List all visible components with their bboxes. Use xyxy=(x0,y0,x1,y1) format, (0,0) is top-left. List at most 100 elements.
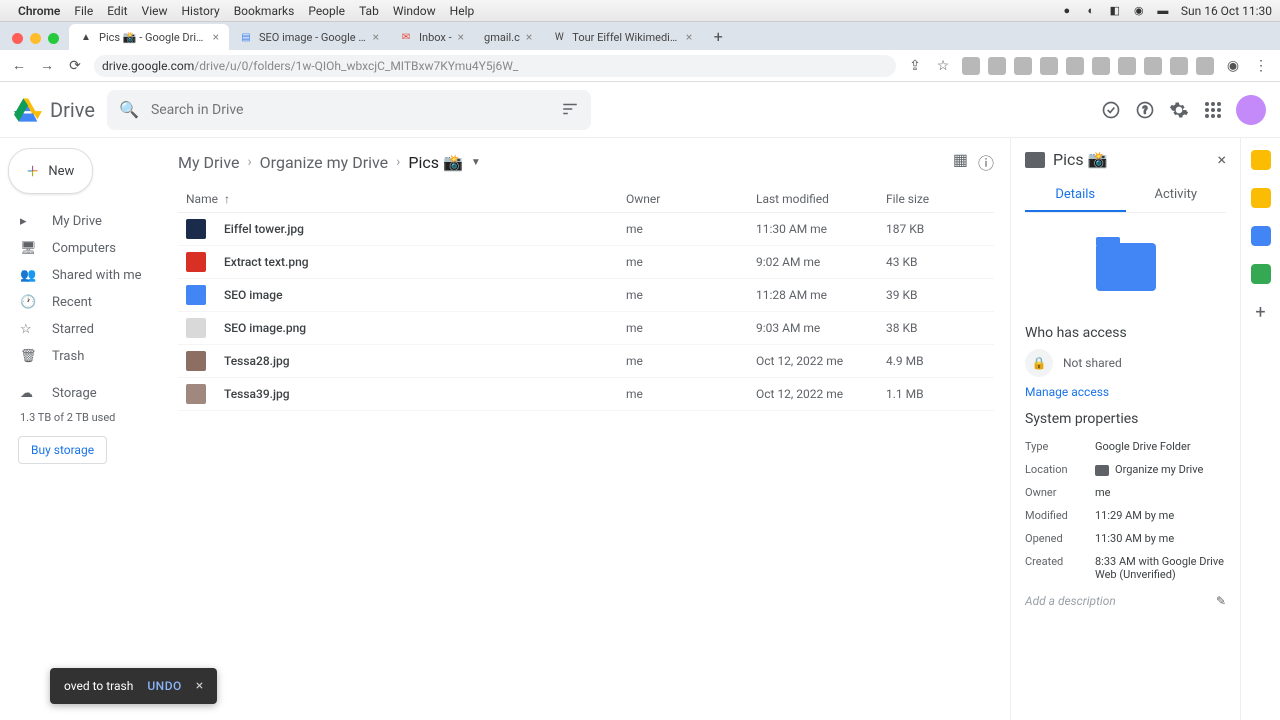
maximize-window-icon[interactable] xyxy=(48,33,59,44)
manage-access-link[interactable]: Manage access xyxy=(1025,385,1226,399)
browser-tab[interactable]: ▤ SEO image - Google Docs × xyxy=(229,24,389,50)
drive-logo[interactable]: Drive xyxy=(14,96,95,124)
sidebar-item-shared[interactable]: 👥 Shared with me xyxy=(8,262,154,289)
ready-offline-icon[interactable] xyxy=(1100,99,1122,121)
menu-help[interactable]: Help xyxy=(450,4,475,18)
sidebar-item-storage[interactable]: ☁ Storage xyxy=(8,380,154,407)
reload-button[interactable]: ⟳ xyxy=(66,57,84,75)
back-button[interactable]: ← xyxy=(10,57,28,75)
tab-title: Pics 📸 - Google Drive xyxy=(99,31,207,44)
folder-big-icon xyxy=(1096,243,1156,291)
url-field[interactable]: drive.google.com/drive/u/0/folders/1w-QI… xyxy=(94,55,896,77)
browser-tab[interactable]: W Tour Eiffel Wikimedia Commo × xyxy=(542,24,702,50)
close-tab-icon[interactable]: × xyxy=(686,30,692,44)
wifi-icon[interactable]: ◉ xyxy=(1131,3,1147,19)
search-icon[interactable]: 🔍 xyxy=(119,100,139,119)
account-avatar[interactable] xyxy=(1236,95,1266,125)
close-tab-icon[interactable]: × xyxy=(373,30,379,44)
extension-icon[interactable] xyxy=(1066,57,1084,75)
menu-history[interactable]: History xyxy=(182,4,220,18)
menu-window[interactable]: Window xyxy=(393,4,436,18)
edit-icon[interactable]: ✎ xyxy=(1216,594,1226,608)
settings-icon[interactable] xyxy=(1168,99,1190,121)
extension-icon[interactable] xyxy=(1118,57,1136,75)
menu-clock[interactable]: Sun 16 Oct 11:30 xyxy=(1181,4,1272,18)
battery-icon[interactable]: ▬ xyxy=(1155,3,1171,19)
prop-value[interactable]: Organize my Drive xyxy=(1095,463,1226,476)
contacts-icon[interactable] xyxy=(1251,264,1271,284)
minimize-window-icon[interactable] xyxy=(30,33,41,44)
buy-storage-button[interactable]: Buy storage xyxy=(18,436,107,464)
extension-icon[interactable] xyxy=(1170,57,1188,75)
tasks-icon[interactable] xyxy=(1251,226,1271,246)
extension-icon[interactable] xyxy=(1040,57,1058,75)
sidebar-item-recent[interactable]: 🕐 Recent xyxy=(8,289,154,316)
menu-file[interactable]: File xyxy=(74,4,93,18)
keep-icon[interactable] xyxy=(1251,188,1271,208)
column-header-size[interactable]: File size xyxy=(886,192,986,206)
calendar-icon[interactable] xyxy=(1251,150,1271,170)
browser-tab[interactable]: ▲ Pics 📸 - Google Drive × xyxy=(69,24,229,50)
description-field[interactable]: Add a description xyxy=(1025,594,1210,608)
undo-button[interactable]: UNDO xyxy=(147,679,181,693)
extension-icon[interactable] xyxy=(988,57,1006,75)
status-icon[interactable]: ◧ xyxy=(1107,3,1123,19)
status-icon[interactable]: ◐ xyxy=(1083,3,1099,19)
sidebar-item-starred[interactable]: ☆ Starred xyxy=(8,316,154,343)
menu-bookmarks[interactable]: Bookmarks xyxy=(234,4,295,18)
close-tab-icon[interactable]: × xyxy=(213,30,219,44)
tab-details[interactable]: Details xyxy=(1025,179,1126,212)
menu-view[interactable]: View xyxy=(142,4,168,18)
sidebar-item-label: Trash xyxy=(52,349,84,364)
column-header-modified[interactable]: Last modified xyxy=(756,192,886,206)
menu-tab[interactable]: Tab xyxy=(359,4,379,18)
extension-icon[interactable] xyxy=(1092,57,1110,75)
file-row[interactable]: SEO image.pngme9:03 AM me38 KB xyxy=(178,312,994,345)
sidebar-item-trash[interactable]: 🗑 Trash xyxy=(8,343,154,370)
folder-preview xyxy=(1025,227,1226,307)
file-row[interactable]: Tessa28.jpgmeOct 12, 2022 me4.9 MB xyxy=(178,345,994,378)
extensions-menu-icon[interactable] xyxy=(1196,57,1214,75)
sidebar-item-computers[interactable]: 🖥 Computers xyxy=(8,235,154,262)
file-row[interactable]: Extract text.pngme9:02 AM me43 KB xyxy=(178,246,994,279)
profile-icon[interactable]: ◉ xyxy=(1224,57,1242,75)
new-button[interactable]: + New xyxy=(8,148,93,194)
share-icon[interactable]: ⇪ xyxy=(906,57,924,75)
search-options-icon[interactable] xyxy=(561,100,579,118)
search-input[interactable] xyxy=(107,90,592,130)
extension-icon[interactable] xyxy=(962,57,980,75)
close-window-icon[interactable] xyxy=(12,33,23,44)
forward-button[interactable]: → xyxy=(38,57,56,75)
sidebar-item-mydrive[interactable]: ▸ My Drive xyxy=(8,208,154,235)
file-row[interactable]: Eiffel tower.jpgme11:30 AM me187 KB xyxy=(178,213,994,246)
apps-icon[interactable] xyxy=(1202,99,1224,121)
close-tab-icon[interactable]: × xyxy=(526,30,532,44)
add-panel-icon[interactable]: + xyxy=(1255,302,1265,323)
file-row[interactable]: SEO imageme11:28 AM me39 KB xyxy=(178,279,994,312)
extension-icon[interactable] xyxy=(1014,57,1032,75)
status-icon[interactable]: ● xyxy=(1059,3,1075,19)
breadcrumb-current[interactable]: Pics 📸 ▼ xyxy=(408,153,480,172)
tab-activity[interactable]: Activity xyxy=(1126,179,1227,212)
browser-menu-icon[interactable]: ⋮ xyxy=(1252,57,1270,75)
menu-edit[interactable]: Edit xyxy=(107,4,127,18)
help-icon[interactable]: ? xyxy=(1134,99,1156,121)
close-tab-icon[interactable]: × xyxy=(458,30,464,44)
info-icon[interactable]: ⓘ xyxy=(978,150,994,174)
breadcrumb-item[interactable]: Organize my Drive xyxy=(260,153,388,172)
close-toast-icon[interactable]: × xyxy=(196,678,203,694)
new-tab-button[interactable]: + xyxy=(706,24,730,48)
browser-tab[interactable]: gmail.c × xyxy=(474,24,542,50)
breadcrumb-item[interactable]: My Drive xyxy=(178,153,239,172)
extension-icon[interactable] xyxy=(1144,57,1162,75)
column-header-owner[interactable]: Owner xyxy=(626,192,756,206)
browser-tab[interactable]: ✉ Inbox - × xyxy=(389,24,474,50)
menu-people[interactable]: People xyxy=(308,4,345,18)
bookmark-icon[interactable]: ☆ xyxy=(934,57,952,75)
column-header-name[interactable]: Name ↑ xyxy=(186,192,626,206)
window-controls[interactable] xyxy=(12,33,59,44)
close-details-icon[interactable]: × xyxy=(1217,150,1226,169)
file-row[interactable]: Tessa39.jpgmeOct 12, 2022 me1.1 MB xyxy=(178,378,994,411)
menu-app[interactable]: Chrome xyxy=(18,4,60,18)
grid-view-icon[interactable]: ▦ xyxy=(953,150,968,174)
